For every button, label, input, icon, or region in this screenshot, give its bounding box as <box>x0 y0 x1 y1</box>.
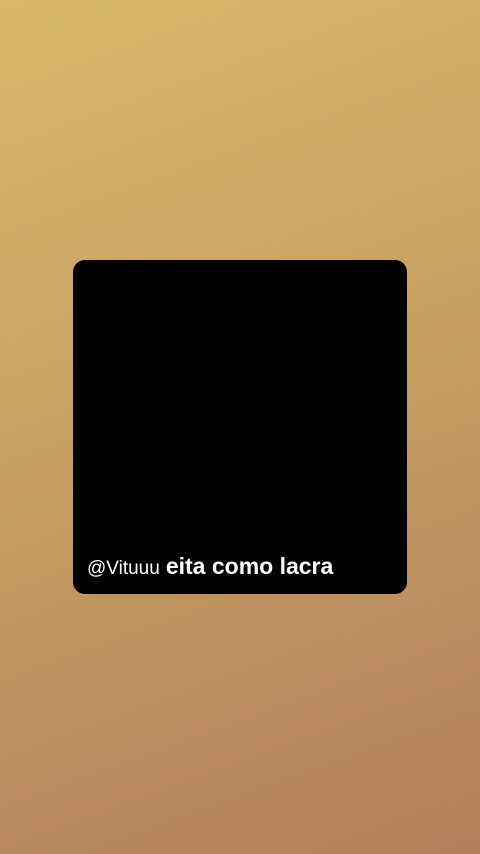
reply-username[interactable]: @Vituuu <box>87 558 160 580</box>
reply-card[interactable]: @Vituuu eita como lacra <box>73 260 407 594</box>
reply-caption: @Vituuu eita como lacra <box>87 553 393 580</box>
reply-message: eita como lacra <box>165 553 334 579</box>
